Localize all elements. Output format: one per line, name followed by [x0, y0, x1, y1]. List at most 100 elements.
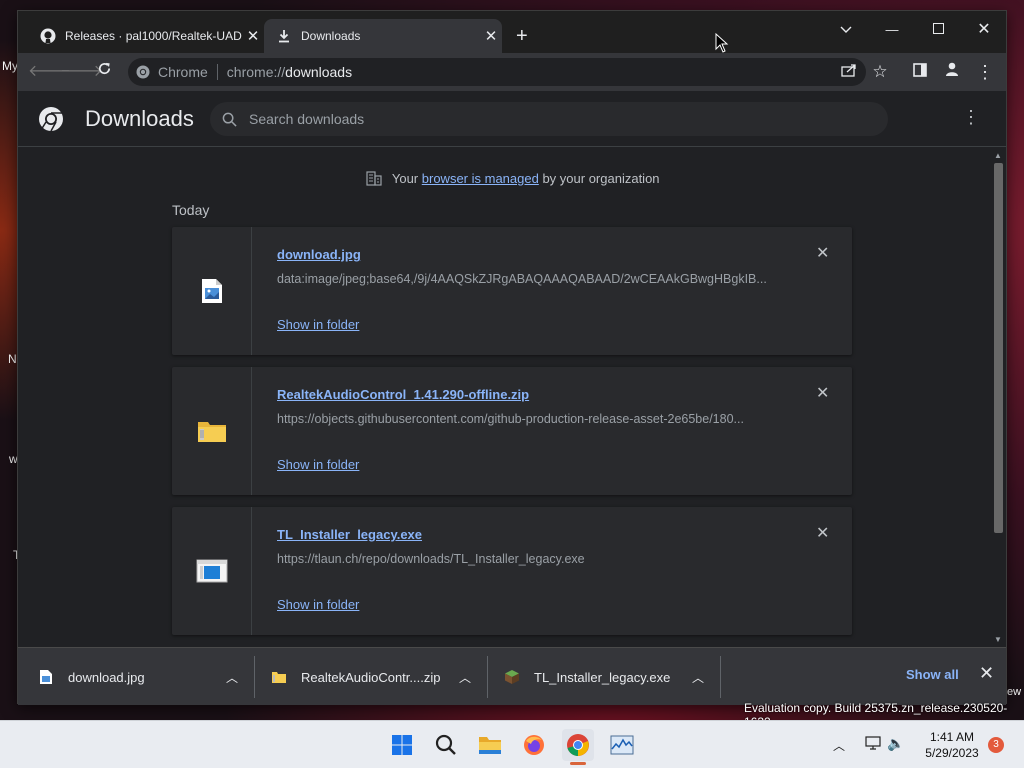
download-filename-link[interactable]: RealtekAudioControl_1.41.290-offline.zip [277, 387, 529, 402]
firefox-button[interactable] [518, 729, 550, 761]
scrollbar-thumb[interactable] [994, 163, 1003, 533]
file-icon-column [172, 367, 252, 495]
close-shelf-icon[interactable]: ✕ [979, 663, 994, 684]
show-in-folder-link[interactable]: Show in folder [277, 597, 359, 612]
download-url: https://objects.githubusercontent.com/gi… [277, 412, 744, 426]
windows-logo-icon [392, 735, 412, 755]
forward-button[interactable]: 🡒 [60, 60, 103, 84]
address-bar[interactable]: Chrome chrome:// downloads [128, 58, 866, 86]
managed-prefix: Your [391, 171, 419, 186]
show-all-button[interactable]: Show all [906, 667, 959, 682]
chevron-up-icon[interactable]: ︿ [833, 737, 845, 754]
tab-downloads[interactable]: Downloads ✕ [264, 19, 502, 53]
file-icon-column [172, 507, 252, 635]
bookmark-star-icon[interactable]: ☆ [868, 60, 892, 84]
tab-strip: Releases · pal1000/Realtek-UAD- ✕ Downlo… [18, 11, 1006, 53]
zip-folder-icon [197, 422, 226, 442]
scroll-up-arrow-icon[interactable]: ▲ [994, 151, 1002, 160]
windows-taskbar: ︿ 🔈 1:41 AM 5/29/2023 3 [0, 720, 1024, 768]
exe-file-icon [196, 559, 227, 583]
chevron-up-icon[interactable]: ︿ [459, 669, 471, 686]
close-window-button[interactable]: ✕ [969, 17, 999, 43]
clock-time: 1:41 AM [929, 730, 975, 744]
omnibox-chip: Chrome [158, 64, 208, 80]
clock-date: 5/29/2023 [925, 746, 979, 760]
tab-releases[interactable]: Releases · pal1000/Realtek-UAD- ✕ [28, 19, 264, 53]
chevron-up-icon[interactable]: ︿ [226, 669, 238, 686]
reload-button[interactable] [92, 60, 116, 84]
url-host: downloads [285, 64, 353, 80]
reload-icon [98, 62, 110, 75]
resource-monitor-button[interactable] [606, 729, 638, 761]
search-icon [435, 734, 456, 755]
folder-icon [479, 737, 501, 754]
shelf-item-realtek-zip[interactable]: RealtekAudioContr....zip ︿ [271, 648, 471, 706]
chrome-icon [136, 65, 150, 79]
firefox-icon [524, 735, 544, 755]
minecraft-block-icon [505, 670, 519, 684]
scroll-down-arrow-icon[interactable]: ▼ [994, 635, 1002, 644]
download-filename-link[interactable]: TL_Installer_legacy.exe [277, 527, 422, 542]
shelf-divider [487, 656, 488, 698]
download-icon [276, 28, 292, 44]
download-card: RealtekAudioControl_1.41.290-offline.zip… [172, 367, 852, 495]
download-card: download.jpg data:image/jpeg;base64,/9j/… [172, 227, 852, 355]
remove-download-close-icon[interactable]: ✕ [816, 383, 829, 403]
downloads-page: Downloads ⋮ Your browser is managed by y… [18, 91, 1006, 647]
download-url: https://tlaun.ch/repo/downloads/TL_Insta… [277, 552, 585, 566]
managed-link[interactable]: browser is managed [422, 171, 539, 186]
building-icon [366, 171, 383, 189]
search-box[interactable] [210, 102, 888, 136]
show-in-folder-link[interactable]: Show in folder [277, 317, 359, 332]
maximize-button[interactable] [923, 17, 953, 43]
search-taskbar-button[interactable] [430, 729, 462, 761]
desktop-label: My [2, 59, 18, 73]
tab-search-button[interactable] [831, 17, 861, 43]
file-explorer-button[interactable] [474, 729, 506, 761]
maximize-icon [932, 23, 944, 34]
start-button[interactable] [386, 729, 418, 761]
image-file-icon [201, 279, 222, 303]
minimize-button[interactable]: — [877, 17, 907, 43]
page-title: Downloads [85, 106, 194, 131]
remove-download-close-icon[interactable]: ✕ [816, 523, 829, 543]
shelf-item-download-jpg[interactable]: download.jpg ︿ [38, 648, 238, 706]
close-icon[interactable]: ✕ [480, 27, 502, 45]
shelf-divider [720, 656, 721, 698]
close-icon[interactable]: ✕ [242, 27, 264, 45]
menu-kebab-icon[interactable]: ⋮ [973, 60, 997, 84]
managed-suffix: by your organization [542, 171, 660, 186]
tab-title: Releases · pal1000/Realtek-UAD- [65, 29, 242, 43]
new-tab-button[interactable]: + [516, 25, 528, 47]
chevron-up-icon[interactable]: ︿ [692, 669, 704, 686]
volume-icon[interactable]: 🔈 [887, 735, 904, 752]
zip-folder-icon [272, 672, 286, 683]
side-panel-icon[interactable] [908, 60, 932, 84]
more-actions-icon[interactable]: ⋮ [962, 107, 980, 127]
network-icon[interactable] [864, 735, 882, 756]
desktop-label: ew [1007, 686, 1022, 698]
chrome-taskbar-button[interactable] [562, 729, 594, 765]
show-in-folder-link[interactable]: Show in folder [277, 457, 359, 472]
search-input[interactable] [249, 111, 809, 127]
profile-icon[interactable] [940, 60, 964, 84]
download-filename-link[interactable]: download.jpg [277, 247, 361, 262]
downloads-header: Downloads ⋮ [18, 91, 1006, 147]
search-icon [222, 112, 237, 127]
chrome-logo-icon [38, 106, 64, 132]
back-button[interactable]: 🡐 [28, 60, 71, 84]
shelf-item-tl-installer[interactable]: TL_Installer_legacy.exe ︿ [504, 648, 704, 706]
download-shelf: download.jpg ︿ RealtekAudioContr....zip … [18, 647, 1006, 705]
divider [216, 64, 218, 80]
page-scrollbar[interactable]: ▲ ▼ [991, 149, 1005, 647]
monitor-chart-icon [610, 735, 634, 755]
remove-download-close-icon[interactable]: ✕ [816, 243, 829, 263]
notification-badge[interactable]: 3 [988, 737, 1004, 753]
chrome-icon [567, 734, 589, 756]
share-icon[interactable] [837, 60, 861, 84]
system-clock[interactable]: 1:41 AM 5/29/2023 [912, 729, 992, 761]
chrome-window: Releases · pal1000/Realtek-UAD- ✕ Downlo… [17, 10, 1007, 705]
github-icon [40, 28, 56, 44]
file-icon-column [172, 227, 252, 355]
active-app-indicator [570, 762, 586, 765]
